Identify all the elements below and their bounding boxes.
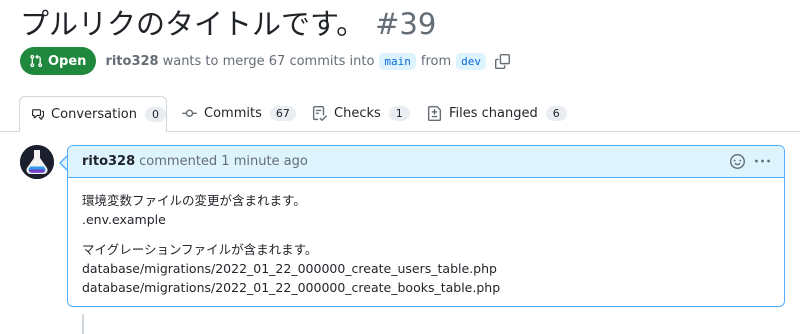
smiley-icon[interactable] <box>730 154 745 169</box>
kebab-horizontal-icon[interactable] <box>755 154 770 169</box>
tab-label: Commits <box>204 106 262 121</box>
comment-meta[interactable]: commented 1 minute ago <box>139 154 308 169</box>
avatar[interactable] <box>20 145 54 179</box>
comment-body: 環境変数ファイルの変更が含まれます。 .env.example マイグレーション… <box>68 178 784 297</box>
pr-meta: Open rito328 wants to merge 67 commits i… <box>20 47 511 75</box>
pr-title: プルリクのタイトルです。 #39 <box>20 6 436 42</box>
file-diff-icon <box>427 106 442 121</box>
comment-discussion-icon <box>32 108 45 120</box>
tab-label: Checks <box>334 106 381 121</box>
comment-line: 環境変数ファイルの変更が含まれます。 <box>82 193 306 208</box>
state-badge: Open <box>20 47 97 75</box>
from-text: from <box>420 53 452 69</box>
git-pull-request-icon <box>30 54 43 68</box>
git-commit-icon <box>182 109 197 118</box>
comment-header: rito328 commented 1 minute ago <box>68 146 784 178</box>
tab-conversation[interactable]: Conversation 0 <box>19 96 167 132</box>
comment-line: database/migrations/2022_01_22_000000_cr… <box>82 261 497 276</box>
comment-line: .env.example <box>82 212 166 227</box>
tab-counter: 0 <box>145 106 166 122</box>
pr-number: #39 <box>375 7 437 41</box>
pr-title-text: プルリクのタイトルです。 <box>20 7 366 41</box>
state-label: Open <box>48 53 87 69</box>
head-branch[interactable]: dev <box>456 52 487 70</box>
timeline-line <box>82 314 84 334</box>
tab-counter: 67 <box>269 106 296 121</box>
comment-paragraph: 環境変数ファイルの変更が含まれます。 .env.example <box>82 191 770 229</box>
tab-commits[interactable]: Commits 67 <box>170 96 296 131</box>
base-branch[interactable]: main <box>379 52 416 70</box>
comment-box: rito328 commented 1 minute ago 環境変数ファイルの… <box>67 145 785 307</box>
comment-author-link[interactable]: rito328 <box>82 154 135 169</box>
tab-label: Files changed <box>449 106 538 121</box>
tab-files-changed[interactable]: Files changed 6 <box>415 96 567 131</box>
comment-paragraph: マイグレーションファイルが含まれます。 database/migrations/… <box>82 240 770 297</box>
pr-tabs: Conversation 0 Commits 67 Checks 1 Files… <box>0 96 800 132</box>
tab-counter: 1 <box>388 106 410 121</box>
tab-counter: 6 <box>545 106 567 121</box>
tab-checks[interactable]: Checks 1 <box>300 96 410 131</box>
comment-line: database/migrations/2022_01_22_000000_cr… <box>82 280 501 295</box>
pr-author-link[interactable]: rito328 <box>105 54 158 69</box>
merge-text: wants to merge 67 commits into <box>162 53 375 69</box>
tab-label: Conversation <box>51 106 137 122</box>
comment-line: マイグレーションファイルが含まれます。 <box>82 242 318 257</box>
copy-icon[interactable] <box>495 53 511 69</box>
checklist-icon <box>312 106 327 121</box>
